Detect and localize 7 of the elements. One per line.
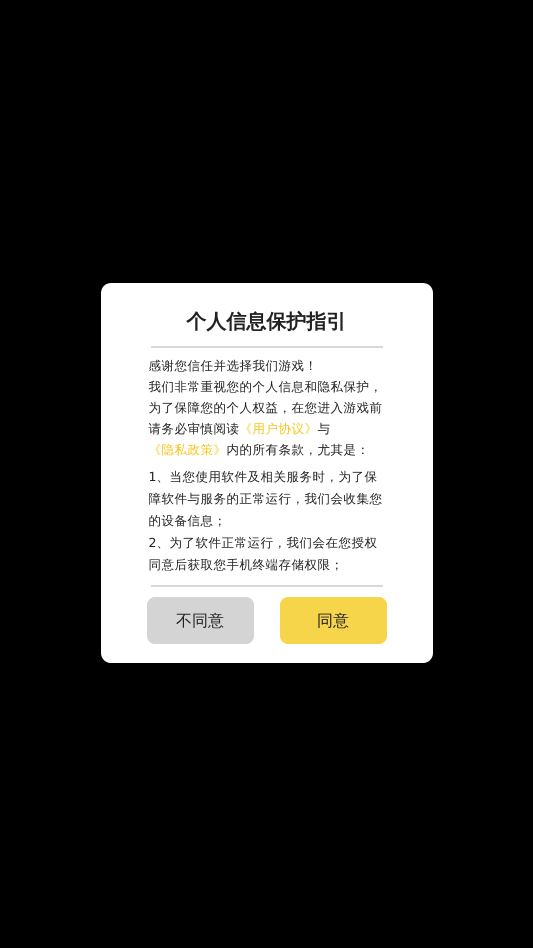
- term-item: 1、当您使用软件及相关服务时，为了保障软件与服务的正常运行，我们会收集您的设备信息；: [148, 468, 384, 530]
- greeting-text: 感谢您信任并选择我们游戏！: [148, 357, 318, 375]
- term-item: 2、为了软件正常运行，我们会在您授权同意后获取您手机终端存储权限；: [148, 534, 378, 574]
- dialog-title: 个人信息保护指引: [186, 308, 346, 335]
- notice-paragraph: 我们非常重视您的个人信息和隐私保护，为了保障您的个人权益，在您进入游戏前请务必审慎阅读《用户协议》与 《隐私政策》内的所有条款，尤其是：: [148, 378, 384, 459]
- agree-button[interactable]: 同意: [280, 597, 386, 644]
- disagree-button[interactable]: 不同意: [146, 597, 254, 644]
